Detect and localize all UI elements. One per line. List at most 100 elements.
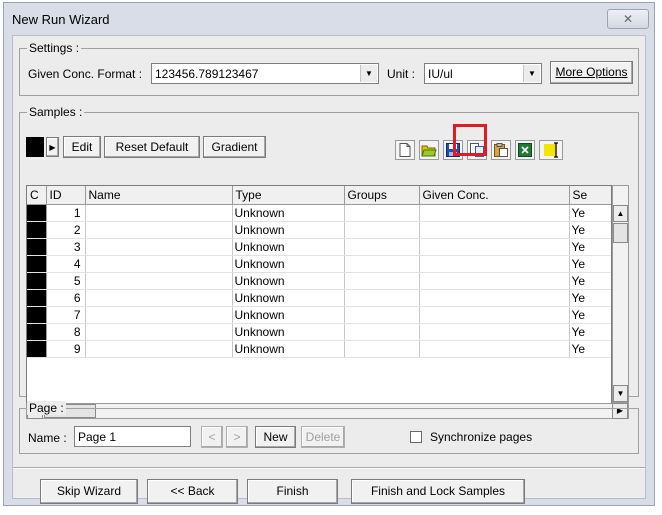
groups-cell[interactable]	[344, 323, 420, 341]
name-cell[interactable]	[85, 238, 233, 256]
column-header-type[interactable]: Type	[232, 186, 345, 205]
color-cell[interactable]	[27, 255, 47, 273]
finish-button[interactable]: Finish	[247, 479, 338, 504]
column-header-given-conc[interactable]: Given Conc.	[419, 186, 570, 205]
chevron-down-icon[interactable]: ▼	[360, 65, 377, 82]
groups-cell[interactable]	[344, 238, 420, 256]
table-row[interactable]: 7 Unknown Ye	[27, 306, 611, 324]
synchronize-pages-checkbox[interactable]	[410, 431, 422, 443]
name-cell[interactable]	[85, 289, 233, 307]
color-cell[interactable]	[27, 340, 47, 358]
new-page-button[interactable]: New	[255, 426, 296, 448]
delete-page-button[interactable]: Delete	[301, 426, 345, 448]
id-cell[interactable]: 8	[46, 323, 86, 341]
type-cell[interactable]: Unknown	[232, 255, 345, 273]
column-header-groups[interactable]: Groups	[344, 186, 420, 205]
se-cell[interactable]: Ye	[569, 272, 611, 290]
excel-icon[interactable]	[515, 140, 535, 160]
name-cell[interactable]	[85, 323, 233, 341]
type-cell[interactable]: Unknown	[232, 272, 345, 290]
given-conc-cell[interactable]	[419, 272, 570, 290]
finish-and-lock-samples-button[interactable]: Finish and Lock Samples	[351, 479, 525, 504]
open-folder-icon[interactable]	[419, 140, 439, 160]
id-cell[interactable]: 6	[46, 289, 86, 307]
color-swatch[interactable]	[26, 137, 44, 157]
groups-cell[interactable]	[344, 272, 420, 290]
color-cell[interactable]	[27, 289, 47, 307]
more-options-button[interactable]: More Options	[550, 61, 633, 84]
given-conc-format-select[interactable]: 123456.789123467 ▼	[151, 63, 379, 84]
vertical-scroll-thumb[interactable]	[613, 223, 628, 243]
given-conc-cell[interactable]	[419, 204, 570, 222]
chevron-down-icon[interactable]: ▼	[523, 65, 540, 82]
id-cell[interactable]: 1	[46, 204, 86, 222]
column-header-se[interactable]: Se	[569, 186, 611, 205]
table-row[interactable]: 2 Unknown Ye	[27, 221, 611, 239]
type-cell[interactable]: Unknown	[232, 221, 345, 239]
edit-button[interactable]: Edit	[63, 136, 101, 158]
se-cell[interactable]: Ye	[569, 238, 611, 256]
table-row[interactable]: 8 Unknown Ye	[27, 323, 611, 341]
given-conc-cell[interactable]	[419, 289, 570, 307]
se-cell[interactable]: Ye	[569, 340, 611, 358]
scroll-down-button[interactable]: ▼	[613, 385, 628, 402]
color-cell[interactable]	[27, 204, 47, 222]
id-cell[interactable]: 2	[46, 221, 86, 239]
groups-cell[interactable]	[344, 204, 420, 222]
color-marker-icon[interactable]	[539, 140, 563, 160]
skip-wizard-button[interactable]: Skip Wizard	[40, 479, 138, 504]
name-cell[interactable]	[85, 272, 233, 290]
name-cell[interactable]	[85, 221, 233, 239]
id-cell[interactable]: 7	[46, 306, 86, 324]
color-cell[interactable]	[27, 238, 47, 256]
close-button[interactable]: ✕	[607, 9, 649, 29]
type-cell[interactable]: Unknown	[232, 204, 345, 222]
se-cell[interactable]: Ye	[569, 204, 611, 222]
color-cell[interactable]	[27, 323, 47, 341]
page-name-input[interactable]: Page 1	[74, 426, 191, 447]
id-cell[interactable]: 9	[46, 340, 86, 358]
color-cell[interactable]	[27, 221, 47, 239]
name-cell[interactable]	[85, 306, 233, 324]
type-cell[interactable]: Unknown	[232, 306, 345, 324]
se-cell[interactable]: Ye	[569, 323, 611, 341]
id-cell[interactable]: 4	[46, 255, 86, 273]
column-header-name[interactable]: Name	[85, 186, 233, 205]
type-cell[interactable]: Unknown	[232, 340, 345, 358]
back-button[interactable]: << Back	[147, 479, 238, 504]
given-conc-cell[interactable]	[419, 221, 570, 239]
table-row[interactable]: 5 Unknown Ye	[27, 272, 611, 290]
new-file-icon[interactable]	[395, 140, 415, 160]
groups-cell[interactable]	[344, 221, 420, 239]
table-row[interactable]: 1 Unknown Ye	[27, 204, 611, 222]
reset-default-button[interactable]: Reset Default	[104, 136, 200, 158]
given-conc-cell[interactable]	[419, 340, 570, 358]
groups-cell[interactable]	[344, 340, 420, 358]
name-cell[interactable]	[85, 340, 233, 358]
type-cell[interactable]: Unknown	[232, 238, 345, 256]
unit-select[interactable]: IU/ul ▼	[424, 63, 542, 84]
column-header-c[interactable]: C	[27, 186, 47, 205]
type-cell[interactable]: Unknown	[232, 289, 345, 307]
table-row[interactable]: 9 Unknown Ye	[27, 340, 611, 358]
column-header-id[interactable]: ID	[46, 186, 86, 205]
id-cell[interactable]: 3	[46, 238, 86, 256]
paste-icon[interactable]	[491, 140, 511, 160]
given-conc-cell[interactable]	[419, 255, 570, 273]
groups-cell[interactable]	[344, 289, 420, 307]
table-row[interactable]: 6 Unknown Ye	[27, 289, 611, 307]
groups-cell[interactable]	[344, 255, 420, 273]
color-picker-button[interactable]: ▶	[46, 137, 59, 157]
given-conc-cell[interactable]	[419, 238, 570, 256]
se-cell[interactable]: Ye	[569, 289, 611, 307]
table-row[interactable]: 4 Unknown Ye	[27, 255, 611, 273]
given-conc-cell[interactable]	[419, 323, 570, 341]
given-conc-cell[interactable]	[419, 306, 570, 324]
prev-page-button[interactable]: <	[201, 426, 223, 448]
se-cell[interactable]: Ye	[569, 306, 611, 324]
table-row[interactable]: 3 Unknown Ye	[27, 238, 611, 256]
next-page-button[interactable]: >	[226, 426, 248, 448]
se-cell[interactable]: Ye	[569, 255, 611, 273]
gradient-button[interactable]: Gradient	[203, 136, 266, 158]
groups-cell[interactable]	[344, 306, 420, 324]
